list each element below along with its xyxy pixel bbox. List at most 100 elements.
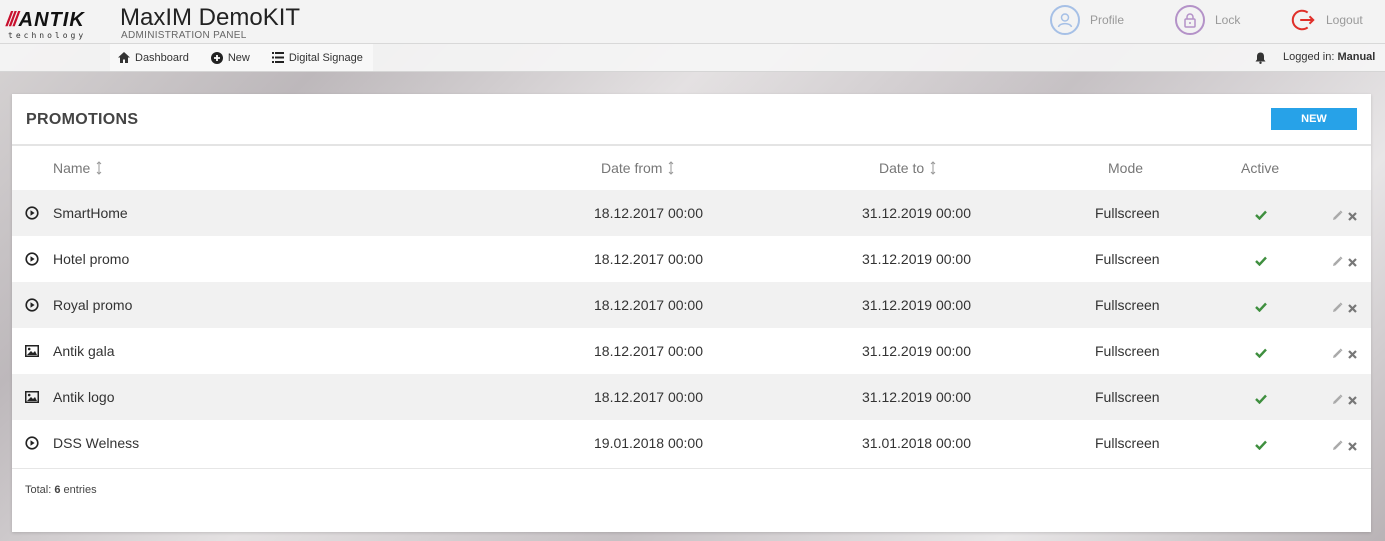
check-icon <box>1255 253 1267 269</box>
home-icon <box>118 52 130 63</box>
app-subtitle: ADMINISTRATION PANEL <box>121 30 247 41</box>
column-header-active: Active <box>1241 160 1279 176</box>
date-to-cell: 31.12.2019 00:00 <box>862 343 971 359</box>
check-icon <box>1255 437 1267 453</box>
column-date-from-label: Date from <box>601 160 663 176</box>
app-title: MaxIM DemoKIT <box>120 4 301 31</box>
column-header-date-to[interactable]: Date to <box>879 160 936 176</box>
mode-cell: Fullscreen <box>1095 435 1160 451</box>
plus-circle-icon <box>210 51 223 64</box>
check-icon <box>1255 345 1267 361</box>
date-from-cell: 18.12.2017 00:00 <box>594 343 703 359</box>
logged-in-prefix: Logged in: <box>1283 51 1335 63</box>
promotion-name: Antik gala <box>53 343 115 359</box>
image-icon <box>25 344 39 358</box>
lock-label: Lock <box>1215 13 1241 27</box>
brand-logo: ///ANTIK technology <box>6 9 114 43</box>
column-mode-label: Mode <box>1108 160 1144 176</box>
promotions-panel: PROMOTIONS NEW Name Date from Date to Mo… <box>12 94 1371 532</box>
date-to-cell: 31.12.2019 00:00 <box>862 297 971 313</box>
pencil-icon[interactable] <box>1332 254 1343 270</box>
lock-circle-icon <box>1175 5 1205 35</box>
close-icon[interactable] <box>1348 346 1357 362</box>
date-from-cell: 18.12.2017 00:00 <box>594 297 703 313</box>
date-to-cell: 31.12.2019 00:00 <box>862 205 971 221</box>
total-prefix: Total: <box>25 484 52 496</box>
date-to-cell: 31.12.2019 00:00 <box>862 251 971 267</box>
table-header: Name Date from Date to Mode Active <box>12 146 1371 190</box>
table-row[interactable]: Antik gala 18.12.2017 00:00 31.12.2019 00:… <box>12 328 1371 374</box>
pencil-icon[interactable] <box>1332 300 1343 316</box>
column-header-mode: Mode <box>1108 160 1143 176</box>
date-from-cell: 18.12.2017 00:00 <box>594 389 703 405</box>
date-to-cell: 31.01.2018 00:00 <box>862 435 971 451</box>
table-row[interactable]: Antik logo 18.12.2017 00:00 31.12.2019 00:… <box>12 374 1371 420</box>
nav-menu: Dashboard New Digital Signage <box>110 44 373 71</box>
close-icon[interactable] <box>1348 300 1357 316</box>
mode-cell: Fullscreen <box>1095 297 1160 313</box>
total-suffix: entries <box>63 484 97 496</box>
date-from-cell: 18.12.2017 00:00 <box>594 205 703 221</box>
date-to-cell: 31.12.2019 00:00 <box>862 389 971 405</box>
check-icon <box>1255 207 1267 223</box>
mode-cell: Fullscreen <box>1095 251 1160 267</box>
logo-subtext: technology <box>8 31 87 40</box>
column-name-label: Name <box>53 160 91 176</box>
sort-icon <box>97 161 102 175</box>
date-from-cell: 18.12.2017 00:00 <box>594 251 703 267</box>
profile-label: Profile <box>1090 13 1125 27</box>
pencil-icon[interactable] <box>1332 438 1343 454</box>
column-header-name[interactable]: Name <box>53 160 102 176</box>
promotion-name: SmartHome <box>53 205 128 221</box>
column-date-to-label: Date to <box>879 160 925 176</box>
nav-digital-signage[interactable]: Digital Signage <box>271 51 363 64</box>
logged-in-user: Manual <box>1337 51 1376 63</box>
top-header: ///ANTIK technology MaxIM DemoKIT ADMINI… <box>0 0 1385 44</box>
play-circle-icon <box>25 436 39 450</box>
table-row[interactable]: DSS Welness 19.01.2018 00:00 31.01.2018 00… <box>12 420 1371 466</box>
table-row[interactable]: Royal promo 18.12.2017 00:00 31.12.2019 00… <box>12 282 1371 328</box>
close-icon[interactable] <box>1348 392 1357 408</box>
date-from-cell: 19.01.2018 00:00 <box>594 435 703 451</box>
profile-button[interactable]: Profile <box>1050 5 1124 35</box>
table-bottom-border <box>12 468 1371 469</box>
table-body: SmartHome 18.12.2017 00:00 31.12.2019 00:0… <box>12 190 1371 466</box>
check-icon <box>1255 299 1267 315</box>
nav-new[interactable]: New <box>210 51 250 64</box>
promotion-name: Hotel promo <box>53 251 130 267</box>
column-active-label: Active <box>1241 160 1280 176</box>
check-icon <box>1255 391 1267 407</box>
play-circle-icon <box>25 252 39 266</box>
bell-icon[interactable] <box>1255 52 1266 64</box>
pencil-icon[interactable] <box>1332 392 1343 408</box>
nav-new-label: New <box>227 51 250 64</box>
close-icon[interactable] <box>1348 438 1357 454</box>
table-row[interactable]: Hotel promo 18.12.2017 00:00 31.12.2019 00… <box>12 236 1371 282</box>
play-circle-icon <box>25 206 39 220</box>
user-circle-icon <box>1050 5 1080 35</box>
lock-button[interactable]: Lock <box>1175 5 1240 35</box>
pencil-icon[interactable] <box>1332 208 1343 224</box>
play-circle-icon <box>25 298 39 312</box>
sort-icon <box>930 161 936 175</box>
nav-dashboard[interactable]: Dashboard <box>118 52 189 64</box>
promotion-name: DSS Welness <box>53 435 140 451</box>
mode-cell: Fullscreen <box>1095 205 1160 221</box>
panel-title: PROMOTIONS <box>26 111 139 128</box>
logout-button[interactable]: Logout <box>1290 5 1363 35</box>
pencil-icon[interactable] <box>1332 346 1343 362</box>
nav-dashboard-label: Dashboard <box>135 51 189 64</box>
sort-icon <box>669 161 674 175</box>
column-header-date-from[interactable]: Date from <box>601 160 674 176</box>
mode-cell: Fullscreen <box>1095 389 1160 405</box>
close-icon[interactable] <box>1348 208 1357 224</box>
list-icon <box>271 52 284 63</box>
new-promotion-button[interactable]: NEW <box>1271 108 1357 130</box>
nav-digital-signage-label: Digital Signage <box>288 51 363 64</box>
close-icon[interactable] <box>1348 254 1357 270</box>
sub-navigation: Dashboard New Digital Signage Logged in:… <box>0 44 1385 72</box>
logo-mark: ///ANTIK <box>6 9 85 31</box>
total-count: 6 <box>54 484 61 496</box>
logout-icon <box>1290 7 1316 33</box>
table-row[interactable]: SmartHome 18.12.2017 00:00 31.12.2019 00:0… <box>12 190 1371 236</box>
